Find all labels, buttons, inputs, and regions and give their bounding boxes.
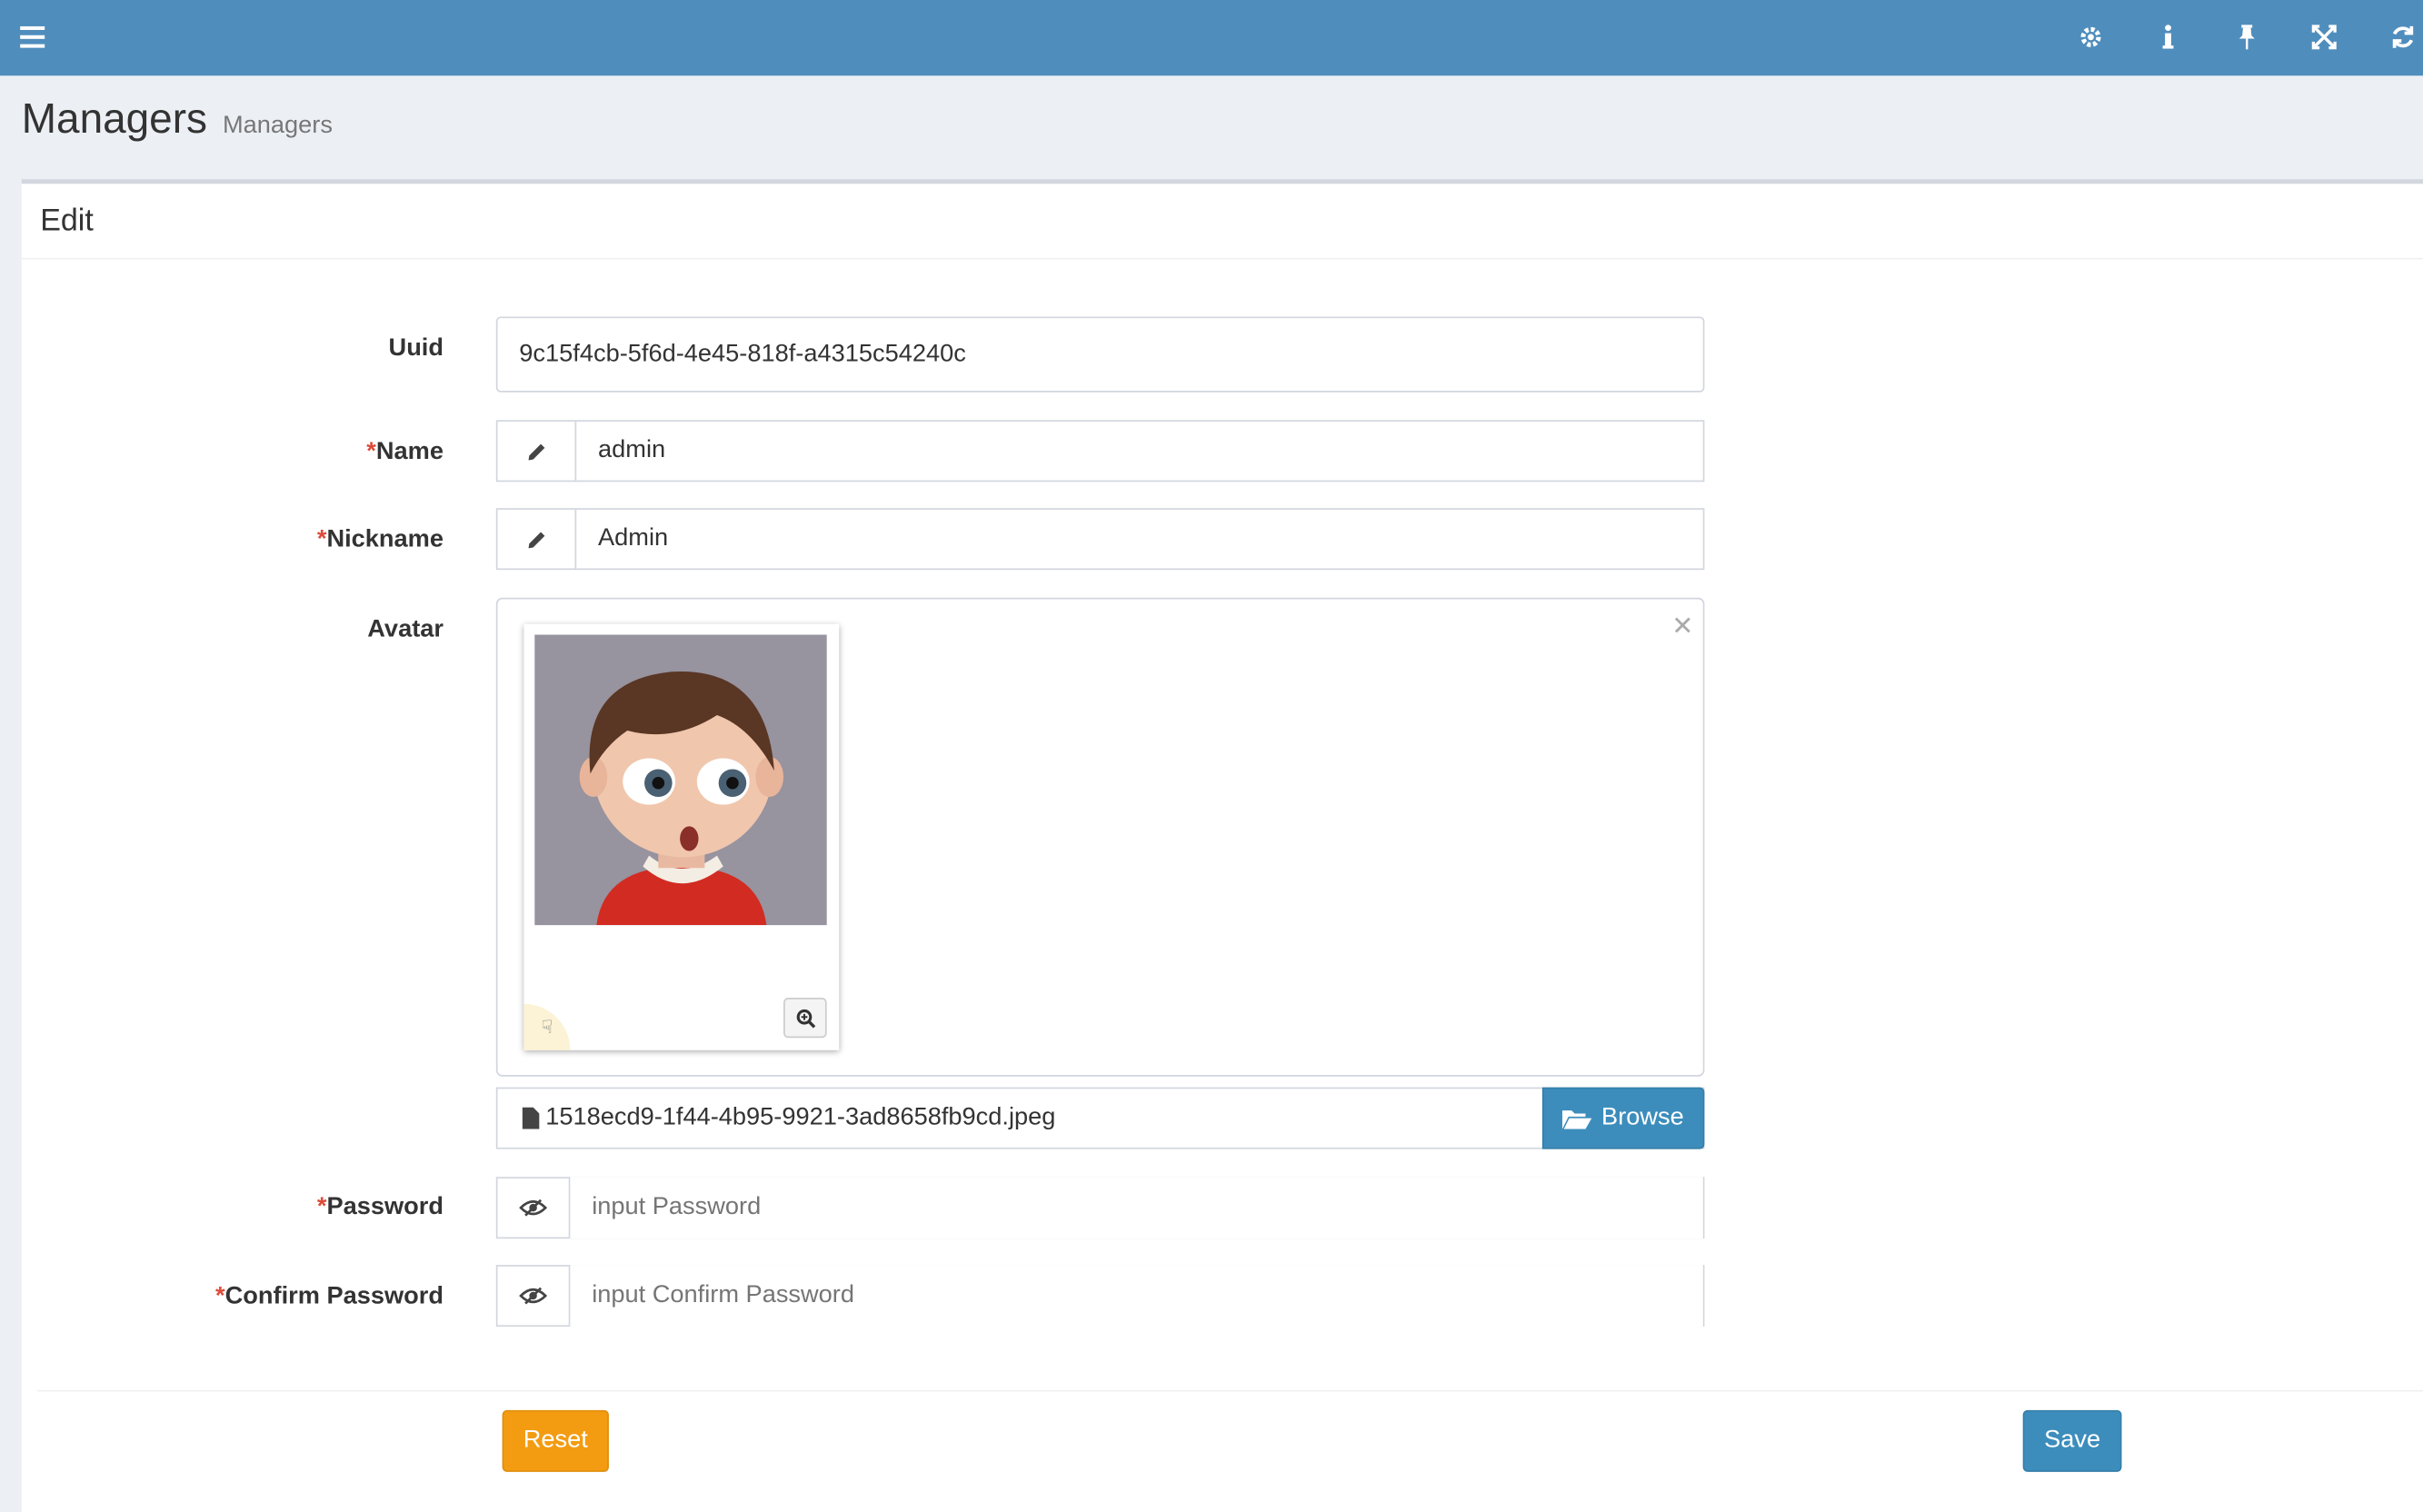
uuid-value: 9c15f4cb-5f6d-4e45-818f-a4315c54240c — [519, 340, 966, 367]
save-button[interactable]: Save — [2022, 1409, 2122, 1472]
page-header: Managers Managers — [22, 95, 333, 157]
file-icon — [522, 1107, 540, 1129]
avatar-label: Avatar — [367, 616, 444, 643]
info-icon[interactable] — [2149, 18, 2187, 55]
password-field[interactable] — [495, 1177, 1705, 1239]
drag-handle-icon[interactable]: ☟ — [523, 1003, 571, 1050]
page-title: Managers — [21, 95, 207, 143]
uuid-label: Uuid — [388, 334, 444, 362]
edit-form-box: Edit Uuid 9c15f4cb-5f6d-4e45-818f-a4315c… — [21, 179, 2423, 1512]
confirm-password-field[interactable] — [495, 1265, 1705, 1328]
eye-slash-icon[interactable] — [497, 1266, 571, 1326]
avatar-upload-zone[interactable]: ✕ ☟ — [495, 597, 1705, 1077]
pin-icon[interactable] — [2229, 18, 2266, 55]
file-caption: 1518ecd9-1f44-4b95-9921-3ad8658fb9cd.jpe… — [497, 1104, 1055, 1132]
avatar-file-input[interactable]: 1518ecd9-1f44-4b95-9921-3ad8658fb9cd.jpe… — [495, 1087, 1705, 1149]
page-subtitle: Managers — [222, 113, 333, 139]
menu-icon[interactable] — [14, 18, 51, 55]
confirm-password-input[interactable] — [570, 1265, 1703, 1328]
nickname-field[interactable]: Admin — [495, 508, 1705, 571]
nickname-value: Admin — [598, 524, 669, 552]
confirm-password-label: *Confirm Password — [215, 1283, 444, 1310]
browse-button[interactable]: Browse — [1541, 1087, 1705, 1149]
reset-button[interactable]: Reset — [502, 1409, 609, 1472]
avatar-image — [534, 634, 827, 926]
password-input[interactable] — [570, 1177, 1703, 1239]
refresh-icon[interactable] — [2385, 18, 2422, 55]
browse-button-label: Browse — [1601, 1104, 1684, 1131]
zoom-in-icon[interactable] — [783, 998, 827, 1039]
eye-slash-icon[interactable] — [497, 1178, 571, 1238]
close-icon[interactable]: ✕ — [1671, 612, 1693, 642]
folder-open-icon — [1562, 1110, 1592, 1129]
top-navbar — [0, 0, 2423, 76]
name-value: admin — [598, 437, 666, 463]
footer-divider — [36, 1389, 2423, 1392]
fullscreen-icon[interactable] — [2306, 18, 2343, 55]
nickname-label: *Nickname — [316, 526, 444, 553]
name-label: *Name — [366, 438, 444, 465]
avatar-thumbnail: ☟ — [523, 623, 840, 1050]
pencil-icon — [497, 509, 577, 569]
box-title: Edit — [21, 184, 2423, 260]
pencil-icon — [497, 422, 577, 481]
password-label: *Password — [316, 1193, 444, 1220]
gear-icon[interactable] — [2072, 18, 2109, 55]
uuid-field[interactable]: 9c15f4cb-5f6d-4e45-818f-a4315c54240c — [495, 316, 1705, 393]
name-field[interactable]: admin — [495, 420, 1705, 482]
file-name-text: 1518ecd9-1f44-4b95-9921-3ad8658fb9cd.jpe… — [545, 1104, 1056, 1131]
